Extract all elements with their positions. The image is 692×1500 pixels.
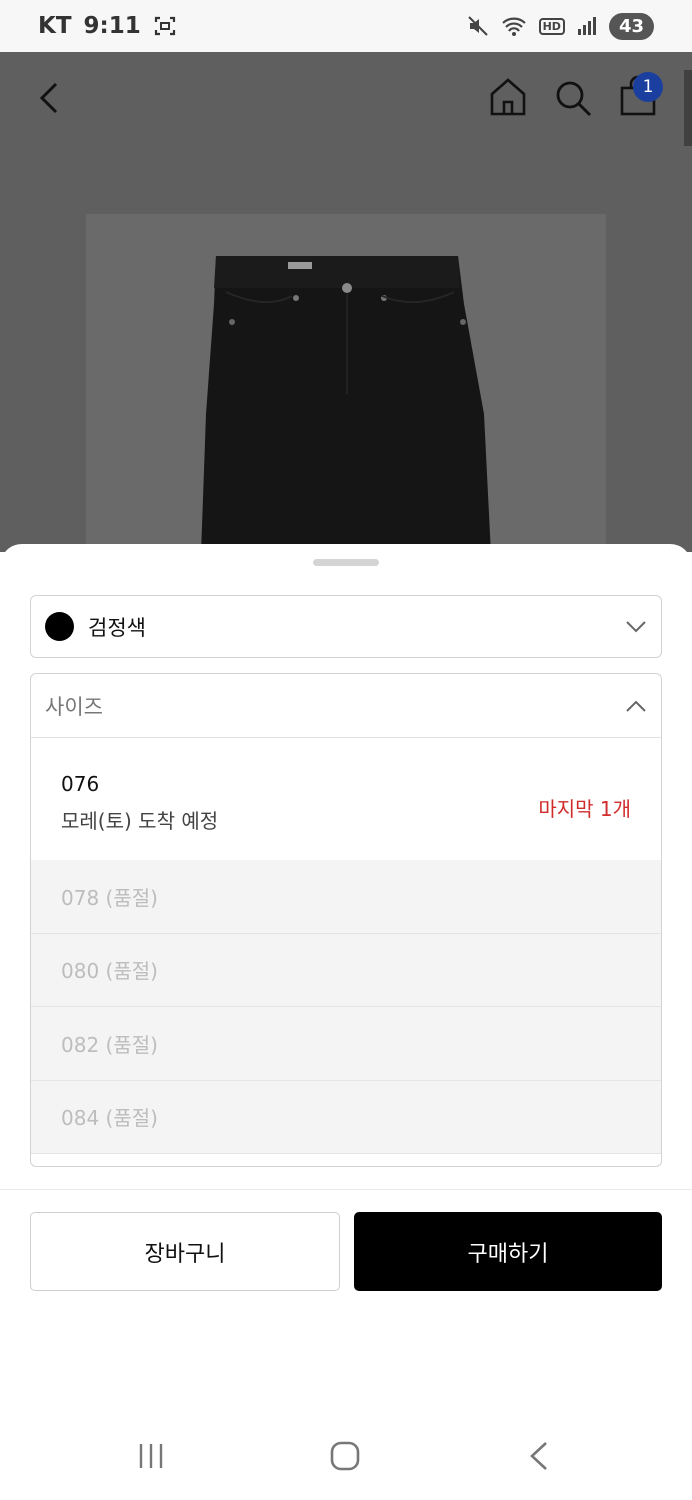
- back-icon[interactable]: [36, 80, 66, 116]
- status-bar: KT 9:11 HD 43: [0, 0, 692, 52]
- search-icon[interactable]: [553, 78, 593, 118]
- jeans-illustration: [201, 256, 491, 554]
- home-button-icon[interactable]: [329, 1440, 361, 1472]
- size-dropdown-header[interactable]: 사이즈: [31, 674, 661, 738]
- size-placeholder: 사이즈: [45, 694, 103, 719]
- mute-icon: [467, 16, 488, 36]
- home-icon[interactable]: [488, 76, 528, 118]
- cart-count-badge: 1: [633, 72, 663, 102]
- signal-icon: [577, 17, 596, 35]
- chevron-up-icon: [626, 700, 646, 712]
- top-navigation: 1: [0, 52, 692, 148]
- size-option-076[interactable]: 076 모레(토) 도착 예정 마지막 1개: [31, 738, 661, 860]
- option-bottom-sheet: 검정색 사이즈 076 모레(토) 도착 예정 마지막 1개 078 (품절) …: [0, 544, 692, 1414]
- sheet-drag-handle[interactable]: [313, 559, 379, 566]
- carrier-label: KT: [38, 13, 72, 39]
- divider: [0, 1189, 692, 1190]
- screenshot-icon: [154, 16, 175, 36]
- size-option-080[interactable]: 080 (품절): [31, 933, 661, 1007]
- add-to-cart-button[interactable]: 장바구니: [30, 1212, 340, 1291]
- buy-now-button[interactable]: 구매하기: [354, 1212, 662, 1291]
- wifi-icon: [501, 17, 526, 36]
- battery-indicator: 43: [608, 12, 654, 40]
- system-back-icon[interactable]: [528, 1440, 550, 1472]
- product-page-overlay[interactable]: 1: [0, 52, 692, 554]
- size-dropdown: 사이즈 076 모레(토) 도착 예정 마지막 1개 078 (품절) 080 …: [30, 673, 662, 1167]
- size-option-084[interactable]: 084 (품절): [31, 1080, 661, 1154]
- chevron-down-icon: [626, 620, 646, 632]
- size-option-078[interactable]: 078 (품절): [31, 860, 661, 934]
- size-option-082[interactable]: 082 (품절): [31, 1007, 661, 1081]
- product-image[interactable]: [86, 214, 606, 554]
- system-navigation-bar: [0, 1414, 692, 1500]
- color-swatch: [45, 612, 74, 641]
- clock: 9:11: [83, 13, 141, 39]
- selected-color-label: 검정색: [88, 615, 146, 640]
- stock-warning: 마지막 1개: [538, 797, 631, 821]
- recent-apps-icon[interactable]: [136, 1441, 166, 1471]
- color-dropdown[interactable]: 검정색: [30, 595, 662, 658]
- hd-voice-icon: HD: [538, 17, 565, 35]
